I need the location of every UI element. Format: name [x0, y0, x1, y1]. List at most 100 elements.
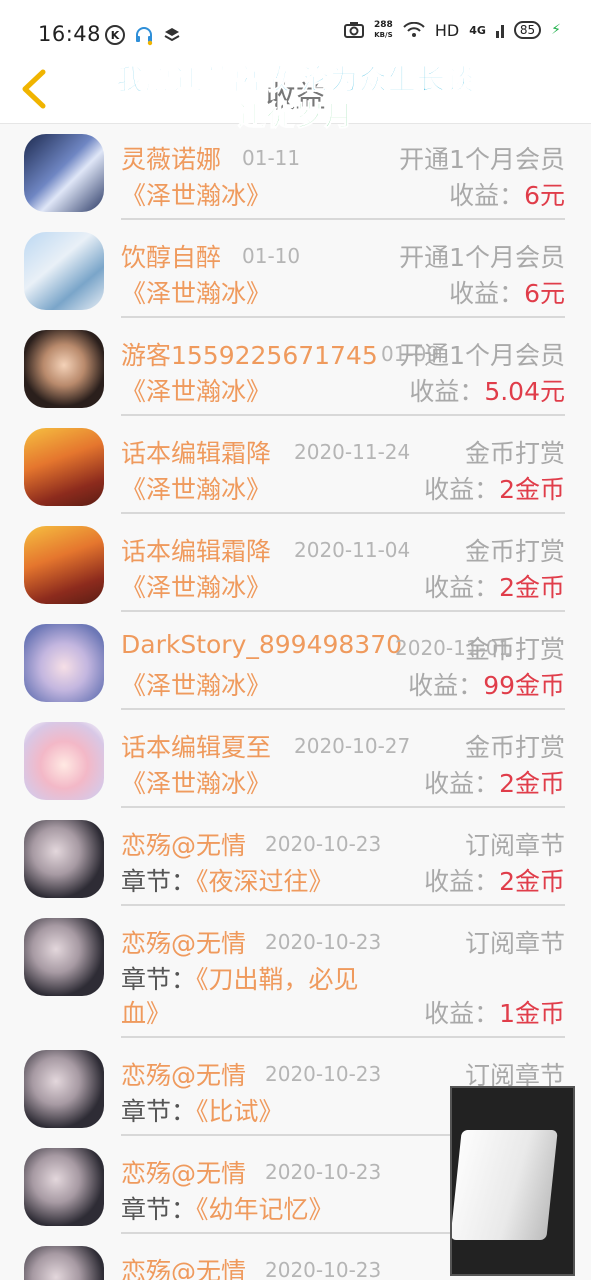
user-name: 灵薇诺娜 [121, 145, 222, 174]
book-page-image [452, 1130, 558, 1240]
net-speed: 288 KB/S [374, 20, 393, 39]
record-type: 开通1个月会员 [399, 243, 565, 272]
battery-indicator: 85 [513, 21, 542, 39]
layers-icon [164, 28, 180, 42]
book-title: 《泽世瀚冰》 [121, 279, 272, 308]
network-type: 4G [469, 23, 486, 37]
earning-amount: 收益：1金币 [424, 999, 565, 1028]
record-type: 金币打赏 [464, 733, 565, 762]
earning-amount: 收益：6元 [449, 181, 565, 210]
earning-amount: 收益：2金币 [424, 867, 565, 896]
chapter-line-continued: 血》 [121, 999, 172, 1028]
user-name: 恋殇@无情 [121, 1257, 247, 1280]
avatar [24, 1246, 104, 1280]
book-title: 《泽世瀚冰》 [121, 377, 272, 406]
divider [121, 806, 565, 808]
earning-amount: 收益：2金币 [424, 475, 565, 504]
status-time: 16:48 [38, 22, 102, 46]
record-type: 开通1个月会员 [399, 341, 565, 370]
user-name: 话本编辑霜降 [121, 439, 272, 468]
earning-row[interactable]: 话本编辑霜降 2020-11-24 金币打赏 《泽世瀚冰》 收益：2金币 [0, 418, 591, 516]
avatar [24, 1148, 104, 1226]
user-name: 恋殇@无情 [121, 1159, 247, 1188]
avatar [24, 820, 104, 898]
record-type: 开通1个月会员 [399, 145, 565, 174]
chapter-line: 章节：《比试》 [121, 1097, 284, 1126]
overlay-caption-line-1: 我愿迁就离散 沦为众生长谈 [116, 63, 475, 97]
record-date: 2020-10-27 [294, 734, 411, 758]
book-line: 《泽世瀚冰》 [121, 470, 271, 506]
user-name: 话本编辑夏至 [121, 733, 272, 762]
record-type: 订阅章节 [464, 831, 565, 860]
book-line: 《泽世瀚冰》 [121, 666, 271, 702]
earning-amount: 收益：6元 [449, 279, 565, 308]
earning-row[interactable]: 话本编辑夏至 2020-10-27 金币打赏 《泽世瀚冰》 收益：2金币 [0, 712, 591, 810]
user-name: 话本编辑霜降 [121, 537, 272, 566]
chapter-line: 章节：《夜深过往》 [121, 867, 334, 896]
user-name: DarkStory_899498370 [121, 630, 403, 659]
book-line: 《泽世瀚冰》 [121, 274, 271, 310]
divider [121, 414, 565, 416]
floating-video-thumbnail[interactable] [450, 1086, 575, 1276]
earning-row[interactable]: 灵薇诺娜 01-11 开通1个月会员 《泽世瀚冰》 收益：6元 [0, 124, 591, 222]
divider [121, 316, 565, 318]
record-date: 2020-10-23 [265, 1160, 382, 1184]
avatar [24, 232, 104, 310]
avatar [24, 330, 104, 408]
record-date: 2020-10-23 [265, 832, 382, 856]
earning-row[interactable]: 恋殇@无情 2020-10-23 订阅章节 章节：《刀出鞘，必见 血》 收益：1… [0, 908, 591, 1040]
user-name: 游客1559225671745 [121, 341, 378, 370]
user-name: 恋殇@无情 [121, 831, 247, 860]
earning-row[interactable]: DarkStory_899498370 2020-11-01 金币打赏 《泽世瀚… [0, 614, 591, 712]
avatar [24, 624, 104, 702]
record-type: 订阅章节 [464, 929, 565, 958]
avatar [24, 526, 104, 604]
divider [121, 218, 565, 220]
chapter-line: 章节：《刀出鞘，必见 [121, 965, 359, 994]
record-date: 01-11 [242, 146, 301, 170]
user-name: 恋殇@无情 [121, 929, 247, 958]
record-date: 2020-11-04 [294, 538, 411, 562]
avatar [24, 722, 104, 800]
earning-row[interactable]: 饮醇自醉 01-10 开通1个月会员 《泽世瀚冰》 收益：6元 [0, 222, 591, 320]
avatar [24, 428, 104, 506]
avatar [24, 1050, 104, 1128]
status-bar: 16:48 K 288 KB/S HD 4G 85 ⚡ [0, 0, 591, 56]
record-type: 金币打赏 [464, 635, 565, 664]
divider [121, 610, 565, 612]
record-date: 2020-10-23 [265, 1258, 382, 1280]
wifi-icon [403, 22, 425, 37]
earning-amount: 收益：5.04元 [409, 377, 565, 406]
signal-icon [495, 25, 504, 38]
record-date: 2020-10-23 [265, 930, 382, 954]
record-type: 金币打赏 [464, 537, 565, 566]
book-title: 《泽世瀚冰》 [121, 769, 272, 798]
record-date: 01-10 [242, 244, 301, 268]
book-line: 《泽世瀚冰》 [121, 176, 271, 212]
camera-icon [344, 22, 365, 38]
record-date: 2020-11-24 [294, 440, 411, 464]
earning-row[interactable]: 游客1559225671745 01-09 开通1个月会员 《泽世瀚冰》 收益：… [0, 320, 591, 418]
chapter-title: 《刀出鞘，必见 [196, 965, 359, 994]
chapter-title: 《夜深过往》 [196, 867, 334, 896]
book-title: 《泽世瀚冰》 [121, 181, 272, 210]
hd-indicator: HD [434, 20, 460, 40]
divider [121, 1036, 565, 1038]
earning-amount: 收益：2金币 [424, 769, 565, 798]
avatar [24, 918, 104, 996]
divider [121, 512, 565, 514]
earning-row[interactable]: 恋殇@无情 2020-10-23 订阅章节 章节：《夜深过往》 收益：2金币 [0, 810, 591, 908]
chapter-title: 《比试》 [196, 1097, 284, 1126]
chapter-line: 章节：《幼年记忆》 [121, 1195, 334, 1224]
earning-amount: 收益：2金币 [424, 573, 565, 602]
chapter-title: 《幼年记忆》 [196, 1195, 334, 1224]
k-app-icon: K [105, 25, 125, 45]
divider [121, 904, 565, 906]
divider [121, 708, 565, 710]
record-type: 金币打赏 [464, 439, 565, 468]
headset-icon [136, 27, 153, 46]
user-name: 饮醇自醉 [121, 243, 222, 272]
book-title: 《泽世瀚冰》 [121, 671, 272, 700]
user-name: 恋殇@无情 [121, 1061, 247, 1090]
earning-row[interactable]: 话本编辑霜降 2020-11-04 金币打赏 《泽世瀚冰》 收益：2金币 [0, 516, 591, 614]
